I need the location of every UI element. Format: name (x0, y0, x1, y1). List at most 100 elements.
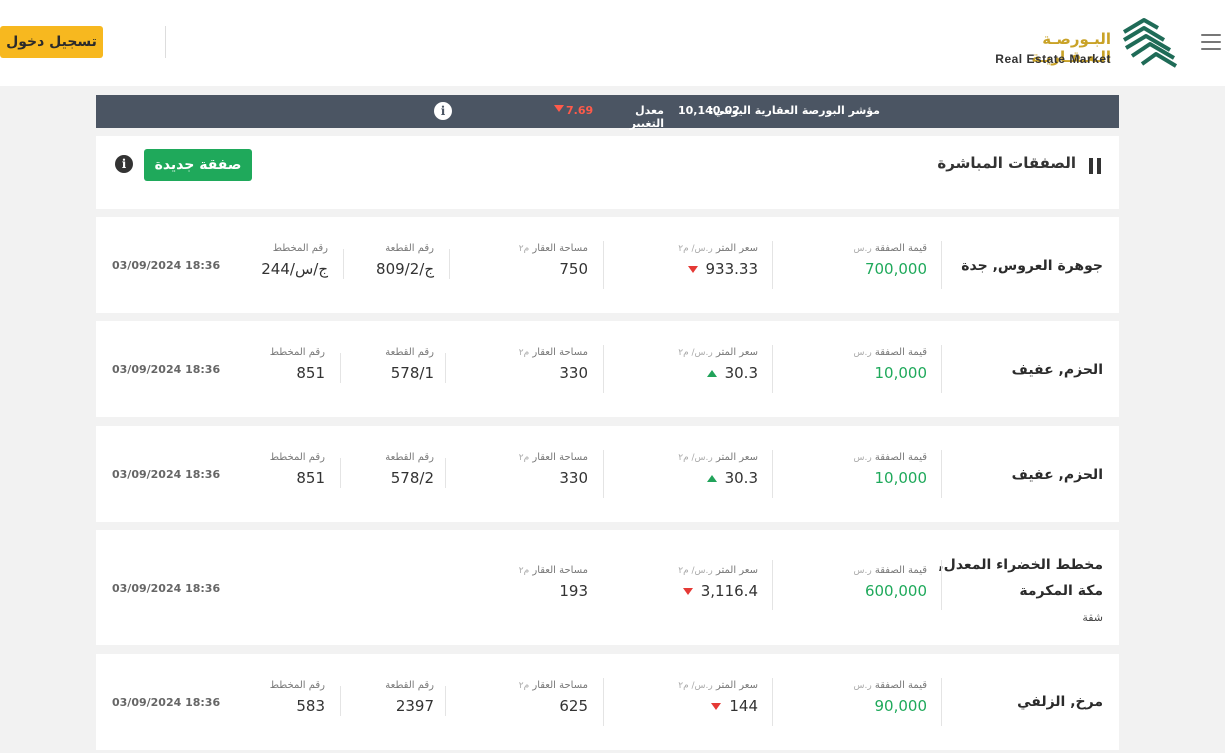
plan-col: رقم المخطط 244/ج/س (261, 243, 328, 278)
divider (449, 249, 450, 279)
deal-card[interactable]: الحزم, عفيف قيمة الصفقة ر.س 10,000 سعر ا… (96, 321, 1119, 417)
divider (772, 560, 773, 610)
plan-col: رقم المخطط 851 (269, 347, 325, 382)
new-deal-button[interactable]: صفقة جديدة (144, 149, 252, 181)
divider (941, 560, 942, 610)
deal-value-col: قيمة الصفقة ر.س 600,000 (853, 565, 928, 600)
deal-value: 10,000 (874, 364, 928, 382)
divider (603, 345, 604, 393)
market-index-bar: مؤشر البورصة العقارية اليومي: 10,140.02 … (96, 95, 1119, 130)
meter-price-col: سعر المتر ر.س/ م٢ 30.3 (678, 347, 758, 382)
change-value: 7.69 (566, 104, 594, 117)
pause-icon[interactable] (1089, 158, 1101, 174)
plot-number: 578/2 (390, 469, 434, 487)
divider (340, 458, 341, 488)
deal-card[interactable]: الحزم, عفيف قيمة الصفقة ر.س 10,000 سعر ا… (96, 426, 1119, 522)
deal-card[interactable]: جوهرة العروس, جدة قيمة الصفقة ر.س 700,00… (96, 217, 1119, 313)
divider (772, 678, 773, 726)
deal-value-col: قيمة الصفقة ر.س 90,000 (853, 680, 928, 715)
divider (772, 241, 773, 289)
price-down-icon (682, 588, 693, 595)
divider (343, 249, 344, 279)
divider (445, 458, 446, 488)
logo-mark-icon (1122, 18, 1178, 68)
plot-number: 578/1 (390, 364, 434, 382)
deal-value: 10,000 (874, 469, 928, 487)
divider (941, 241, 942, 289)
meter-price-col: سعر المتر ر.س/ م٢ 933.33 (678, 243, 758, 278)
change-down-arrow-icon (554, 105, 564, 112)
area-value: 193 (559, 582, 588, 600)
meter-price-col: سعر المتر ر.س/ م٢ 144 (678, 680, 758, 715)
divider (445, 686, 446, 716)
area-value: 330 (559, 364, 588, 382)
deal-location: جوهرة العروس, جدة (961, 258, 1103, 274)
divider (941, 345, 942, 393)
section-title: الصفقات المباشرة (937, 154, 1076, 172)
meter-price: 144 (729, 697, 758, 715)
plan-number: 851 (296, 469, 325, 487)
divider (772, 450, 773, 498)
divider (340, 686, 341, 716)
meter-price-col: سعر المتر ر.س/ م٢ 3,116.4 (678, 565, 758, 600)
plot-col: رقم القطعة 809/2/ج (376, 243, 434, 278)
deal-value: 600,000 (864, 582, 927, 600)
divider (603, 678, 604, 726)
area-col: مساحة العقار م٢ 330 (518, 347, 588, 382)
meter-price-col: سعر المتر ر.س/ م٢ 30.3 (678, 452, 758, 487)
meter-price: 3,116.4 (700, 582, 758, 600)
top-header: البـورصـة الـعـقـاريـة Real Estate Marke… (0, 0, 1225, 86)
area-col: مساحة العقار م٢ 193 (518, 565, 588, 600)
deal-location: الحزم, عفيف (1011, 467, 1103, 483)
deal-value-col: قيمة الصفقة ر.س 10,000 (853, 452, 928, 487)
divider (445, 353, 446, 383)
plot-col: رقم القطعة 578/1 (385, 347, 434, 382)
deal-datetime: 03/09/2024 18:36 (112, 468, 221, 481)
price-up-icon (706, 370, 717, 377)
info-icon[interactable]: i (115, 155, 133, 173)
index-value: 10,140.02 (678, 104, 740, 117)
area-value: 330 (559, 469, 588, 487)
hamburger-menu-icon[interactable] (1201, 34, 1221, 50)
login-button[interactable]: تسجيل دخول (0, 26, 103, 58)
meter-price: 30.3 (724, 364, 758, 382)
deal-datetime: 03/09/2024 18:36 (112, 259, 221, 272)
deal-datetime: 03/09/2024 18:36 (112, 363, 221, 376)
area-col: مساحة العقار م٢ 330 (518, 452, 588, 487)
divider (941, 678, 942, 726)
deal-location: مخطط الخضراء المعدل, مكة المكرمة (938, 557, 1103, 599)
price-down-icon (711, 703, 722, 710)
plot-col: رقم القطعة 2397 (385, 680, 434, 715)
plot-number: 2397 (395, 697, 434, 715)
deal-location: الحزم, عفيف (1011, 362, 1103, 378)
deal-card[interactable]: مخطط الخضراء المعدل, مكة المكرمة شقة قيم… (96, 530, 1119, 645)
area-col: مساحة العقار م٢ 750 (518, 243, 588, 278)
divider (603, 241, 604, 289)
header-divider (165, 26, 166, 58)
deal-datetime: 03/09/2024 18:36 (112, 582, 221, 595)
meter-price: 30.3 (724, 469, 758, 487)
info-icon[interactable]: i (434, 102, 452, 120)
meter-price: 933.33 (705, 260, 759, 278)
deal-card[interactable]: مرخ, الزلفي قيمة الصفقة ر.س 90,000 سعر ا… (96, 654, 1119, 750)
price-up-icon (706, 475, 717, 482)
plot-number: 809/2/ج (376, 260, 434, 278)
logo-english-text: Real Estate Market (995, 52, 1111, 66)
plan-number: 244/ج/س (261, 260, 328, 278)
divider (340, 353, 341, 383)
deal-location: مرخ, الزلفي (1017, 694, 1103, 710)
divider (603, 450, 604, 498)
area-col: مساحة العقار م٢ 625 (518, 680, 588, 715)
area-value: 750 (559, 260, 588, 278)
deal-value: 90,000 (874, 697, 928, 715)
deal-datetime: 03/09/2024 18:36 (112, 696, 221, 709)
property-type: شقة (1082, 611, 1103, 624)
deal-value: 700,000 (864, 260, 927, 278)
deal-value-col: قيمة الصفقة ر.س 10,000 (853, 347, 928, 382)
divider (772, 345, 773, 393)
change-label: معدل التغيير (629, 104, 664, 130)
plot-col: رقم القطعة 578/2 (385, 452, 434, 487)
live-deals-header: الصفقات المباشرة صفقة جديدة i (96, 136, 1119, 209)
plan-col: رقم المخطط 583 (269, 680, 325, 715)
plan-col: رقم المخطط 851 (269, 452, 325, 487)
